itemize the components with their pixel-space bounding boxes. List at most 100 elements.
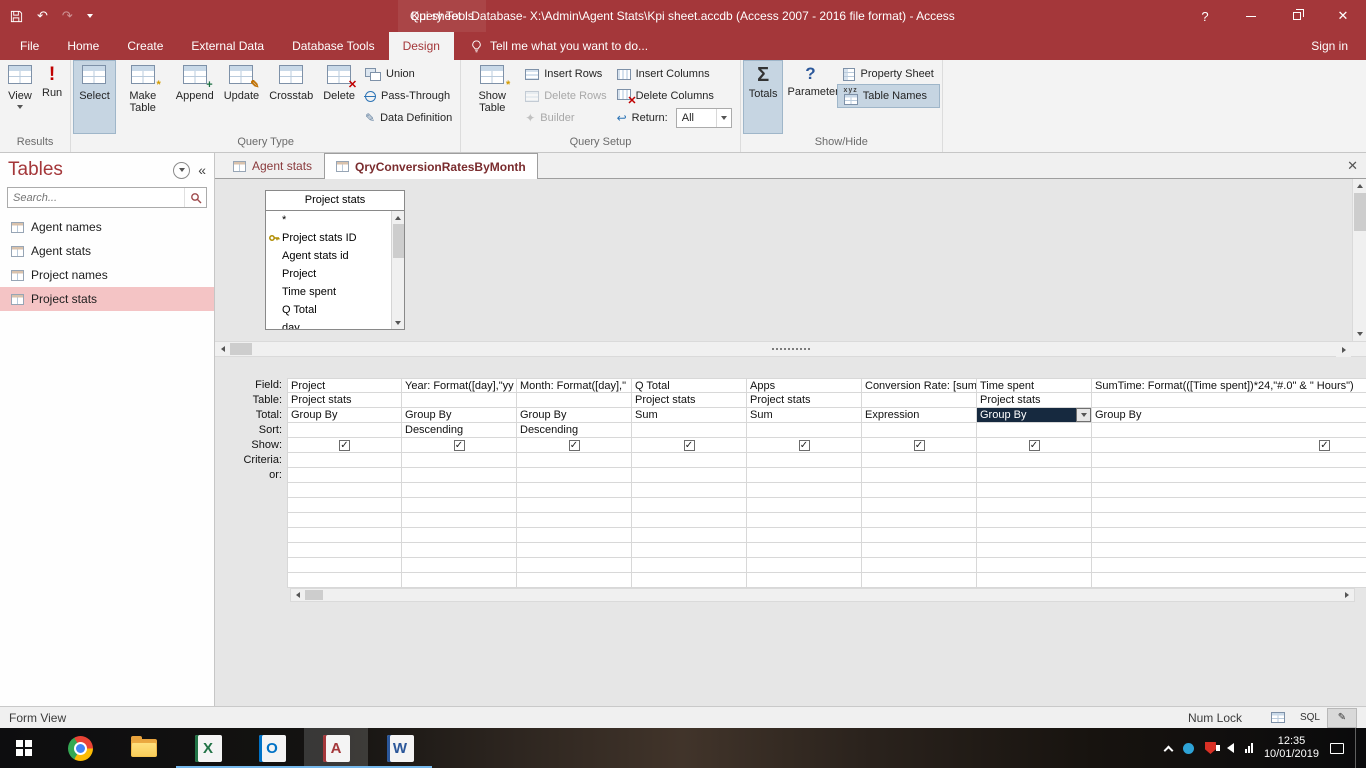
grid-cell-empty-col7[interactable]: [977, 543, 1092, 558]
scroll-left-icon[interactable]: [291, 589, 305, 601]
grid-cell-empty-col7[interactable]: [977, 558, 1092, 573]
scroll-left-icon[interactable]: [215, 342, 230, 356]
show-checkbox[interactable]: ✓: [453, 439, 465, 451]
grid-cell-empty-col2[interactable]: [402, 558, 517, 573]
scrollbar-thumb[interactable]: [230, 343, 252, 355]
field-list-item[interactable]: Q Total: [266, 301, 404, 319]
delete-columns-button[interactable]: ✕ Delete Columns: [612, 85, 737, 107]
show-checkbox[interactable]: ✓: [913, 439, 925, 451]
grid-cell-empty-col2[interactable]: [402, 543, 517, 558]
grid-cell-show-col1[interactable]: ✓: [287, 438, 402, 453]
field-list-item[interactable]: Project stats ID: [266, 229, 404, 247]
total-dropdown-button[interactable]: [1076, 408, 1091, 422]
tell-me-box[interactable]: Tell me what you want to do...: [470, 32, 648, 60]
grid-cell-table-col2[interactable]: [402, 393, 517, 408]
grid-cell-empty-col3[interactable]: [517, 513, 632, 528]
grid-cell-criteria-col7[interactable]: [977, 453, 1092, 468]
sql-view-button[interactable]: SQL: [1296, 709, 1324, 727]
grid-cell-empty-col3[interactable]: [517, 528, 632, 543]
grid-cell-empty-col6[interactable]: [862, 573, 977, 588]
search-input[interactable]: [8, 191, 184, 204]
grid-cell-or-col8[interactable]: [1092, 468, 1366, 483]
grid-cell-empty-col7[interactable]: [977, 513, 1092, 528]
parameters-button[interactable]: ? Parameters: [782, 61, 844, 133]
grid-cell-sort-col1[interactable]: [287, 423, 402, 438]
grid-cell-sort-col5[interactable]: [747, 423, 862, 438]
grid-cell-total-col4[interactable]: Sum: [632, 408, 747, 423]
field-list-item[interactable]: Time spent: [266, 283, 404, 301]
grid-cell-empty-col7[interactable]: [977, 573, 1092, 588]
scrollbar-thumb[interactable]: [392, 224, 404, 258]
grid-cell-empty-col5[interactable]: [747, 513, 862, 528]
grid-cell-table-col3[interactable]: [517, 393, 632, 408]
nav-item-project-names[interactable]: Project names: [0, 263, 214, 287]
action-center-icon[interactable]: [1330, 742, 1344, 754]
grid-cell-criteria-col3[interactable]: [517, 453, 632, 468]
grid-cell-empty-col8[interactable]: [1092, 543, 1366, 558]
volume-icon[interactable]: [1215, 743, 1234, 753]
upper-pane-vertical-scrollbar[interactable]: [1352, 179, 1366, 341]
grid-cell-table-col6[interactable]: [862, 393, 977, 408]
grid-horizontal-scrollbar[interactable]: [290, 588, 1355, 602]
grid-cell-empty-col8[interactable]: [1092, 498, 1366, 513]
grid-cell-empty-col1[interactable]: [287, 498, 402, 513]
tab-external-data[interactable]: External Data: [177, 32, 278, 60]
nav-pane-menu-button[interactable]: [173, 161, 191, 179]
scrollbar-thumb[interactable]: [305, 590, 323, 600]
grid-cell-empty-col6[interactable]: [862, 513, 977, 528]
grid-cell-empty-col6[interactable]: [862, 498, 977, 513]
return-combo[interactable]: All: [675, 108, 732, 128]
close-button[interactable]: ✕: [1320, 0, 1366, 32]
undo-button[interactable]: ↶: [37, 8, 48, 24]
grid-cell-empty-col5[interactable]: [747, 483, 862, 498]
chevron-down-icon[interactable]: [715, 109, 731, 127]
grid-cell-empty-col8[interactable]: [1092, 558, 1366, 573]
grid-cell-table-col1[interactable]: Project stats: [287, 393, 402, 408]
grid-cell-empty-col3[interactable]: [517, 498, 632, 513]
grid-cell-empty-col3[interactable]: [517, 573, 632, 588]
append-button[interactable]: + Append: [171, 61, 219, 133]
grid-cell-criteria-col2[interactable]: [402, 453, 517, 468]
scroll-up-icon[interactable]: [391, 211, 404, 224]
grid-cell-field-col3[interactable]: Month: Format([day],": [517, 378, 632, 393]
delete-query-button[interactable]: ✕ Delete: [318, 61, 360, 133]
update-button[interactable]: ✎ Update: [219, 61, 264, 133]
make-table-button[interactable]: * Make Table: [115, 61, 171, 133]
tab-database-tools[interactable]: Database Tools: [278, 32, 389, 60]
property-sheet-button[interactable]: Property Sheet: [838, 63, 938, 85]
grid-cell-show-col3[interactable]: ✓: [517, 438, 632, 453]
grid-cell-empty-col3[interactable]: [517, 543, 632, 558]
grid-cell-total-col6[interactable]: Expression: [862, 408, 977, 423]
grid-cell-criteria-col4[interactable]: [632, 453, 747, 468]
grid-cell-total-col1[interactable]: Group By: [287, 408, 402, 423]
insert-rows-button[interactable]: Insert Rows: [520, 63, 611, 85]
tab-home[interactable]: Home: [53, 32, 113, 60]
doc-tab-agent-stats[interactable]: Agent stats: [221, 153, 324, 178]
grid-cell-field-col4[interactable]: Q Total: [632, 378, 747, 393]
taskbar-clock[interactable]: 12:35 10/01/2019: [1264, 735, 1319, 761]
grid-cell-empty-col6[interactable]: [862, 483, 977, 498]
tab-design[interactable]: Design: [388, 32, 454, 60]
grid-cell-total-col7[interactable]: Group By: [977, 408, 1092, 423]
scroll-down-icon[interactable]: [391, 316, 404, 329]
grid-cell-show-col4[interactable]: ✓: [632, 438, 747, 453]
show-table-button[interactable]: * Show Table: [464, 61, 520, 133]
view-button[interactable]: View: [3, 61, 37, 133]
scroll-right-icon[interactable]: [1336, 343, 1351, 357]
run-button[interactable]: ! Run: [37, 61, 67, 133]
grid-cell-or-col3[interactable]: [517, 468, 632, 483]
grid-cell-empty-col4[interactable]: [632, 483, 747, 498]
pane-splitter-scrollbar[interactable]: [215, 341, 1366, 357]
grid-cell-empty-col2[interactable]: [402, 528, 517, 543]
grid-cell-empty-col8[interactable]: [1092, 528, 1366, 543]
grid-cell-field-col8[interactable]: SumTime: Format(([Time spent])*24,"#.0" …: [1092, 378, 1366, 393]
grid-cell-empty-col3[interactable]: [517, 558, 632, 573]
field-list-item[interactable]: Agent stats id: [266, 247, 404, 265]
grid-cell-total-col8[interactable]: Group By: [1092, 408, 1366, 423]
scroll-right-icon[interactable]: [1340, 589, 1354, 601]
show-desktop-button[interactable]: [1355, 728, 1360, 768]
grid-cell-empty-col5[interactable]: [747, 498, 862, 513]
network-icon[interactable]: [1244, 743, 1253, 753]
grid-cell-empty-col3[interactable]: [517, 483, 632, 498]
grid-cell-empty-col4[interactable]: [632, 528, 747, 543]
